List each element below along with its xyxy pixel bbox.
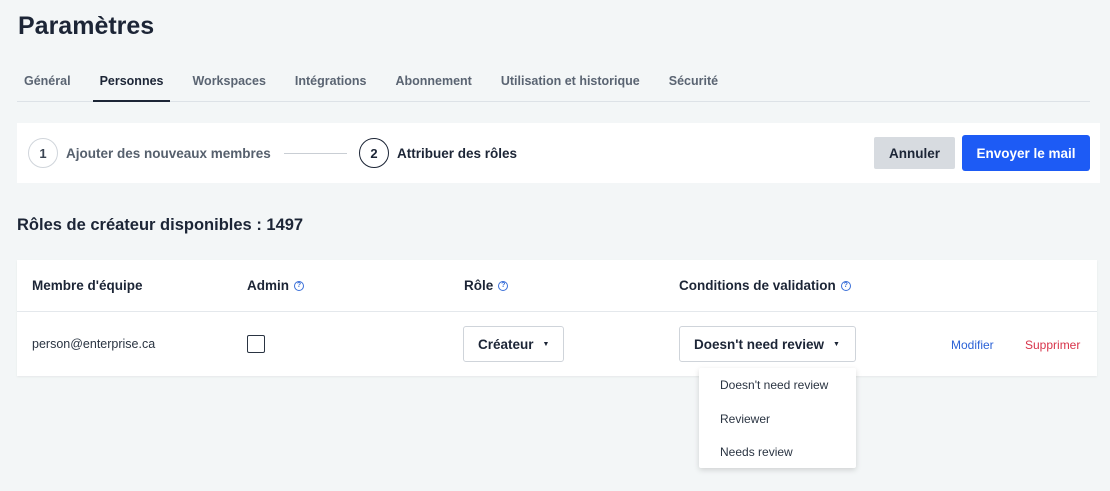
tab-usage-history[interactable]: Utilisation et historique [494, 60, 647, 102]
member-email: person@enterprise.ca [32, 337, 156, 351]
step-number: 1 [28, 138, 58, 168]
dropdown-option-reviewer[interactable]: Reviewer [720, 412, 770, 426]
settings-tabs: Général Personnes Workspaces Intégration… [17, 60, 1090, 102]
validation-dropdown-menu: Doesn't need review Reviewer Needs revie… [699, 368, 856, 468]
question-circle-icon[interactable]: ? [498, 280, 509, 291]
tab-security[interactable]: Sécurité [662, 60, 725, 102]
cancel-button[interactable]: Annuler [874, 137, 955, 169]
admin-checkbox[interactable] [247, 335, 265, 353]
question-circle-icon[interactable]: ? [294, 280, 304, 291]
tab-people[interactable]: Personnes [92, 60, 171, 102]
edit-link[interactable]: Modifier [951, 338, 994, 352]
role-select[interactable]: Créateur ▼ [463, 326, 564, 362]
step-label: Attribuer des rôles [397, 145, 518, 161]
dropdown-option-no-review[interactable]: Doesn't need review [720, 378, 828, 392]
table-divider [17, 311, 1097, 312]
caret-down-icon: ▼ [833, 340, 840, 348]
column-header-admin: Admin ? [247, 278, 304, 293]
column-header-label: Rôle [464, 278, 494, 293]
members-table: Membre d'équipe Admin ? Rôle ? Condition… [17, 260, 1097, 376]
column-header-validation: Conditions de validation ? [679, 278, 851, 293]
question-circle-icon[interactable]: ? [840, 280, 851, 291]
dropdown-option-needs-review[interactable]: Needs review [720, 445, 793, 459]
step-label: Ajouter des nouveaux membres [66, 145, 271, 161]
column-header-label: Conditions de validation [679, 278, 836, 293]
column-header-role: Rôle ? [464, 278, 509, 293]
tab-subscription[interactable]: Abonnement [388, 60, 478, 102]
validation-select-value: Doesn't need review [694, 336, 825, 352]
tab-general[interactable]: Général [17, 60, 78, 102]
column-header-label: Membre d'équipe [32, 278, 143, 293]
tab-integrations[interactable]: Intégrations [288, 60, 374, 102]
send-mail-button[interactable]: Envoyer le mail [962, 135, 1090, 171]
step-number: 2 [359, 138, 389, 168]
tab-workspaces[interactable]: Workspaces [185, 60, 272, 102]
validation-select[interactable]: Doesn't need review ▼ [679, 326, 856, 362]
step-add-members: 1 Ajouter des nouveaux membres [28, 138, 271, 168]
role-select-value: Créateur [478, 336, 534, 352]
delete-link[interactable]: Supprimer [1025, 338, 1080, 352]
available-roles-heading: Rôles de créateur disponibles : 1497 [17, 216, 304, 234]
column-header-label: Admin [247, 278, 289, 293]
column-header-member: Membre d'équipe [32, 278, 142, 293]
caret-down-icon: ▼ [542, 340, 550, 348]
page-title: Paramètres [18, 12, 155, 40]
step-connector [284, 153, 347, 154]
step-assign-roles: 2 Attribuer des rôles [359, 138, 517, 168]
stepper-card: 1 Ajouter des nouveaux membres 2 Attribu… [17, 123, 1100, 183]
